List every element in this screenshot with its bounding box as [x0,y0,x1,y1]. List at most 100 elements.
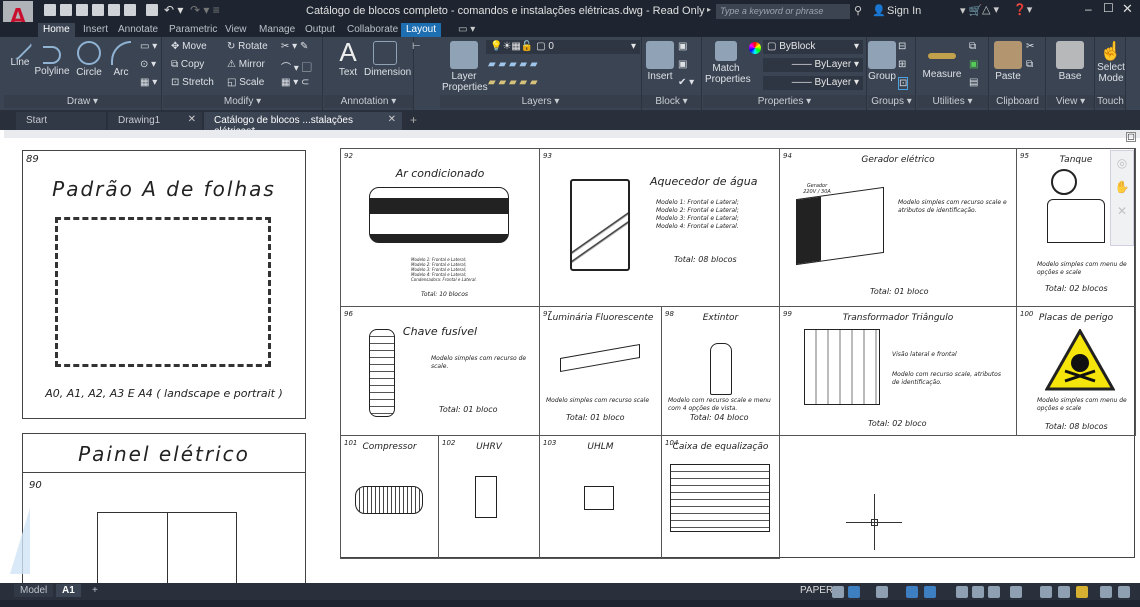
insert-button[interactable]: Insert [646,41,674,82]
new-icon[interactable] [44,4,56,16]
navigation-bar[interactable]: ◎ ✋ ✕ [1110,150,1134,246]
help-icon[interactable]: ❓▾ [1013,3,1032,16]
gradient-icon[interactable]: ▦ ▾ [140,77,157,88]
match-properties-button[interactable]: Match Properties [705,41,747,85]
stretch-button[interactable]: ⊡ Stretch [171,77,214,88]
base-button[interactable]: Base [1055,41,1085,82]
close-button[interactable]: ✕ [1122,1,1133,17]
linear-dim-icon[interactable]: ⊢ [412,41,421,52]
polyline-button[interactable]: Polyline [34,41,70,77]
pan-icon[interactable]: ✋ [1111,175,1133,199]
catalog-cell-chave-fusivel[interactable]: 96Chave fusívelModelo simples com recurs… [340,306,540,436]
linetype-dropdown[interactable]: ―― ByLayer ▾ [763,58,863,72]
group-selection-icon[interactable]: ⊡ [898,77,908,90]
fullscreen-icon[interactable] [1100,586,1112,598]
paste-button[interactable]: Paste [994,41,1022,82]
close-tab-icon[interactable]: ✕ [388,114,396,125]
layer-tools-row2[interactable]: ▰ ▰ ▰ ▰ ▰ [488,77,538,88]
tab-layout[interactable]: Layout [401,23,441,37]
panel-label-properties[interactable]: Properties ▾ [703,95,866,108]
select-mode-button[interactable]: ☝Select Mode [1096,41,1126,84]
tab-parametric[interactable]: Parametric [164,23,222,37]
cart-icon[interactable]: ▾ 🛒 [960,4,982,17]
quick-select-icon[interactable]: ⧉ [969,41,976,52]
workspace-gear-icon[interactable] [1010,586,1022,598]
open-icon[interactable] [60,4,72,16]
customization-menu-icon[interactable] [1118,586,1130,598]
fillet-icon[interactable]: ⌒ ▾ ▢ [281,59,312,74]
create-block-icon[interactable]: ▣ [678,41,687,52]
save-as-icon[interactable] [92,4,104,16]
tab-manage[interactable]: Manage [254,23,300,37]
minimize-button[interactable]: – [1085,2,1092,16]
polar-tracking-icon[interactable] [848,586,860,598]
rotate-button[interactable]: ↻ Rotate [227,41,268,52]
move-button[interactable]: ✥ Move [171,41,207,52]
layer-tools-row1[interactable]: ▰ ▰ ▰ ▰ ▰ [488,59,538,70]
text-button[interactable]: AText [334,37,362,78]
catalog-cell-caixa-equalizacao[interactable]: 104Caixa de equalização [661,435,780,559]
search-input[interactable]: Type a keyword or phrase [716,4,850,19]
calculator-icon[interactable]: ▤ [969,77,978,88]
catalog-cell-luminaria[interactable]: 97Luminária FluorescenteModelo simples c… [539,306,662,436]
expand-icon[interactable]: ▸ [707,5,711,14]
layer-dropdown[interactable]: 💡☀▦🔓 ▢ 0▾ [486,40,640,54]
tab-view[interactable]: View [220,23,252,37]
web-mobile-open-icon[interactable] [108,4,120,16]
maximize-button[interactable]: ☐ [1103,1,1114,15]
viewport-maximize-icon[interactable]: ▢ [1126,132,1136,142]
mirror-button[interactable]: ⚠ Mirror [227,59,265,70]
tab-annotate[interactable]: Annotate [113,23,163,37]
copy-button[interactable]: ⧉ Copy [171,59,204,70]
trim-icon[interactable]: ✂ ▾ ✎ [281,41,308,52]
panel-label-modify[interactable]: Modify ▾ [163,95,322,108]
tab-home[interactable]: Home [38,23,75,37]
measure-button[interactable]: Measure [921,41,963,80]
panel-label-groups[interactable]: Groups ▾ [868,95,915,108]
object-snap-icon[interactable] [924,586,936,598]
annotation-visibility-icon[interactable] [988,586,1000,598]
panel-label-annotation[interactable]: Annotation ▾ [324,95,413,108]
select-all-icon[interactable]: ▣ [969,59,978,70]
lineweight-dropdown[interactable]: ―― ByLayer ▾ [763,76,863,90]
tab-insert[interactable]: Insert [78,23,113,37]
quick-properties-icon[interactable] [1076,586,1088,598]
steering-wheel-icon[interactable]: ◎ [1111,151,1133,175]
snap-icon[interactable] [832,586,844,598]
autodesk-app-icon[interactable]: △ ▾ [982,3,999,16]
panel-label-block[interactable]: Block ▾ [642,95,701,108]
ungroup-icon[interactable]: ⊟ [898,41,906,52]
panel-label-clipboard[interactable]: Clipboard [990,95,1045,108]
catalog-cell-uhlm[interactable]: 103UHLM [539,435,662,559]
panel-label-draw[interactable]: Draw ▾ [4,95,161,108]
annotation-monitor-icon[interactable] [1040,586,1052,598]
layout-tab-a1[interactable]: A1 [56,584,81,597]
arc-button[interactable]: Arc [108,41,134,78]
catalog-cell-aquecedor[interactable]: 93Aquecedor de águaModelo 1: Frontal e L… [539,148,780,307]
close-tab-icon[interactable]: ✕ [188,114,196,125]
dimension-button[interactable]: Dimension [364,41,406,78]
catalog-cell-extintor[interactable]: 98ExtintorModelo com recurso scale e men… [661,306,780,436]
file-tab-catalogo[interactable]: Catálogo de blocos ...stalações elétrica… [204,112,402,130]
sign-in-button[interactable]: Sign In [887,5,921,17]
edit-block-icon[interactable]: ▣ [678,59,687,70]
workspace-icon[interactable]: ▭ ▾ [458,24,475,35]
catalog-cell-compressor[interactable]: 101Compressor [340,435,439,559]
panel-label-utilities[interactable]: Utilities ▾ [917,95,988,108]
save-icon[interactable] [76,4,88,16]
binoculars-icon[interactable]: ⚲ [854,4,862,17]
scale-button[interactable]: ◱ Scale [227,77,264,88]
osnap-icon[interactable] [876,586,888,598]
zoom-extents-icon[interactable]: ✕ [1111,199,1133,223]
panel-label-layers[interactable]: Layers ▾ [440,95,641,108]
units-icon[interactable] [1058,586,1070,598]
tab-output[interactable]: Output [300,23,340,37]
group-edit-icon[interactable]: ⊞ [898,59,906,70]
add-layout-button[interactable]: + [86,584,104,597]
rectangle-icon[interactable]: ▭ ▾ [140,41,157,52]
array-icon[interactable]: ▦ ▾ ⊂ [281,77,309,88]
hatch-icon[interactable]: ⊙ ▾ [140,59,156,70]
catalog-cell-ar-condicionado[interactable]: 92Ar condicionadoModelo 1: Frontal e Lat… [340,148,540,307]
undo-icon[interactable]: ↶ ▾ [164,3,183,17]
edit-attributes-icon[interactable]: ✔ ▾ [678,77,694,88]
